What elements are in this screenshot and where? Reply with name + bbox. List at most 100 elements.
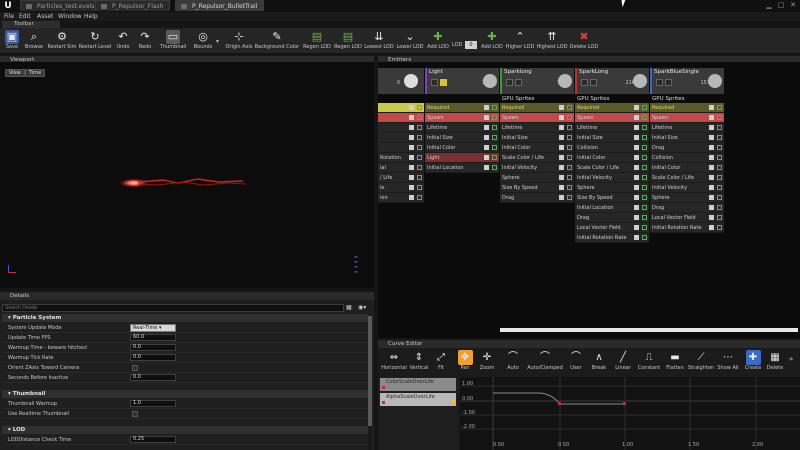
delete-button[interactable]: ▦ Delete xyxy=(765,349,785,375)
category-particle-system[interactable]: ▾ Particle System xyxy=(2,314,370,322)
property-matrix-icon[interactable]: ▦ xyxy=(346,304,354,312)
module-drag[interactable]: Drag xyxy=(500,193,574,203)
pan-button[interactable]: ✥ Pan xyxy=(455,349,475,375)
emitters-horizontal-scrollbar[interactable] xyxy=(500,328,798,332)
lod-input[interactable]: 0 xyxy=(465,41,477,49)
lod-distance-check-time-input[interactable]: 0.25 xyxy=(130,436,176,443)
horizontal-button[interactable]: ⇔ Horizontal xyxy=(380,349,408,375)
emitter-solo-icon[interactable] xyxy=(665,79,672,86)
straighten-button[interactable]: ⟋ Straighten xyxy=(687,349,715,375)
module-rotation[interactable]: Rotation xyxy=(378,153,424,163)
module-initial-size[interactable]: Initial Size xyxy=(650,133,724,143)
emitter-toggle-icon[interactable] xyxy=(656,79,663,86)
module-lifetime[interactable]: Lifetime xyxy=(500,123,574,133)
vertical-button[interactable]: ⇕ Vertical xyxy=(408,349,430,375)
zoom-button[interactable]: ✛ Zoom xyxy=(476,349,498,375)
module-spawn[interactable]: Spawn xyxy=(425,113,499,123)
doc-tab-2[interactable]: P_Repulsor_BulletTrail xyxy=(175,0,265,11)
regen-lod-2-button[interactable]: ▤ Regen LOD xyxy=(333,29,363,54)
module-sphere[interactable]: Sphere xyxy=(500,173,574,183)
category-lod[interactable]: ▾ LOD xyxy=(2,426,370,434)
emitter-column-sparklong-2[interactable]: SparkLong 216 GPU Sprites Required Spawn… xyxy=(575,68,649,338)
emitter-header[interactable]: Light 3 xyxy=(425,68,499,94)
module-sphere[interactable]: Sphere xyxy=(650,193,724,203)
module-lifetime[interactable]: Lifetime xyxy=(425,123,499,133)
emitter-header[interactable]: SparkBlueSingle 157 xyxy=(650,68,724,94)
module-required[interactable]: Required xyxy=(575,103,649,113)
bounds-dropdown-icon[interactable]: ▾ xyxy=(216,38,219,45)
warmup-tick-rate-input[interactable]: 0.0 xyxy=(130,354,176,361)
module-lifetime[interactable]: Lifetime xyxy=(575,123,649,133)
auto-clamped-button[interactable]: ⌒ Auto/Clamped xyxy=(525,349,565,375)
module-initial-rotation-rate[interactable]: Initial Rotation Rate xyxy=(575,233,649,243)
module-drag[interactable]: Drag xyxy=(650,203,724,213)
view-options-icon[interactable]: ◉▾ xyxy=(358,304,372,312)
undo-button[interactable]: ↶ Undo xyxy=(113,29,133,54)
module-scale-color-life[interactable]: Scale Color / Life xyxy=(650,173,724,183)
emitter-column-light[interactable]: Light 3 Required Spawn Lifetime Initial … xyxy=(425,68,499,338)
module-local-vector-field[interactable]: Local Vector Field xyxy=(650,213,724,223)
module-required[interactable]: Required xyxy=(425,103,499,113)
regen-lod-button[interactable]: ▤ Regen LOD xyxy=(302,29,332,54)
module-initial-color[interactable]: Initial Color xyxy=(425,143,499,153)
module-initial-velocity[interactable]: Initial Velocity xyxy=(575,173,649,183)
module-size-by-speed[interactable]: Size By Speed xyxy=(500,183,574,193)
view-button[interactable]: View xyxy=(5,69,25,77)
emitter-toggle-icon[interactable] xyxy=(581,79,588,86)
module-required[interactable]: Required xyxy=(650,103,724,113)
more-icon[interactable]: » xyxy=(789,355,793,363)
curve-item-alpha-scale[interactable]: AlphaScaleOverLife xyxy=(380,393,456,406)
curve-graph[interactable] xyxy=(460,377,800,450)
doc-tab-0[interactable]: Particles_test.evels xyxy=(20,0,102,11)
maximize-icon[interactable]: □ xyxy=(776,1,786,10)
origin-axis-button[interactable]: ⊹ Origin Axis xyxy=(225,29,253,54)
details-search-input[interactable] xyxy=(2,304,344,312)
module-sphere[interactable]: Sphere xyxy=(575,183,649,193)
module-collision[interactable]: Collision xyxy=(650,153,724,163)
module-collision[interactable]: Collision xyxy=(575,143,649,153)
fit-button[interactable]: ⤢ Fit xyxy=(431,349,451,375)
lower-lod-button[interactable]: ⌄ Lower LOD xyxy=(395,29,425,54)
higher-lod-button[interactable]: ⌃ Higher LOD xyxy=(505,29,535,54)
lowest-lod-button[interactable]: ⇊ Lowest LOD xyxy=(364,29,394,54)
menu-edit[interactable]: Edit xyxy=(19,12,31,21)
save-button[interactable]: ▣ Save xyxy=(2,29,22,54)
module[interactable] xyxy=(378,133,424,143)
user-button[interactable]: ⌒ User xyxy=(566,349,586,375)
emitter-column-sparklong[interactable]: Sparklong 7 GPU Sprites Required Spawn L… xyxy=(500,68,574,338)
module-light[interactable]: Light xyxy=(425,153,499,163)
module-local-vector-field[interactable]: Local Vector Field xyxy=(575,223,649,233)
background-color-button[interactable]: ✎ Background Color xyxy=(254,29,300,54)
auto-button[interactable]: ⌒ Auto xyxy=(502,349,524,375)
use-realtime-thumbnail-checkbox[interactable] xyxy=(132,411,138,417)
module-drag[interactable]: Drag xyxy=(650,143,724,153)
module-initial-size[interactable]: Initial Size xyxy=(575,133,649,143)
menu-help[interactable]: Help xyxy=(84,12,98,21)
module-spawn[interactable]: Spawn xyxy=(575,113,649,123)
menu-window[interactable]: Window xyxy=(58,12,82,21)
thumbnail-warmup-input[interactable]: 1.0 xyxy=(130,400,176,407)
thumbnail-button[interactable]: ▭ Thumbnail xyxy=(158,29,188,54)
module-spawn[interactable]: Spawn xyxy=(378,113,424,123)
emitter-column-0[interactable]: 0 Required Spawn Rotation ial / Life le … xyxy=(378,68,424,338)
menu-asset[interactable]: Asset xyxy=(37,12,53,21)
flatten-button[interactable]: ▬ Flatten xyxy=(664,349,686,375)
module[interactable]: ial xyxy=(378,163,424,173)
restart-sim-button[interactable]: ⚙ Restart Sim xyxy=(46,29,78,54)
browse-button[interactable]: ⌕ Browse xyxy=(22,29,46,54)
create-button[interactable]: ✚ Create xyxy=(742,349,764,375)
emitter-solo-icon[interactable] xyxy=(590,79,597,86)
emitter-header[interactable]: Sparklong 7 xyxy=(500,68,574,94)
module-spawn[interactable]: Spawn xyxy=(500,113,574,123)
details-scroll-thumb[interactable] xyxy=(368,316,372,426)
orient-zaxis-checkbox[interactable] xyxy=(132,365,138,371)
minimize-icon[interactable]: ▁ xyxy=(764,1,774,10)
module-initial-size[interactable]: Initial Size xyxy=(425,133,499,143)
module-initial-color[interactable]: Initial Color xyxy=(575,153,649,163)
curve-item-color-scale[interactable]: ColorScaleOverLife xyxy=(380,378,456,391)
close-icon[interactable]: ✕ xyxy=(788,1,798,10)
module-spawn[interactable]: Spawn xyxy=(650,113,724,123)
highest-lod-button[interactable]: ⇈ Highest LOD xyxy=(536,29,568,54)
category-thumbnail[interactable]: ▾ Thumbnail xyxy=(2,390,370,398)
module-initial-velocity[interactable]: Initial Velocity xyxy=(650,183,724,193)
